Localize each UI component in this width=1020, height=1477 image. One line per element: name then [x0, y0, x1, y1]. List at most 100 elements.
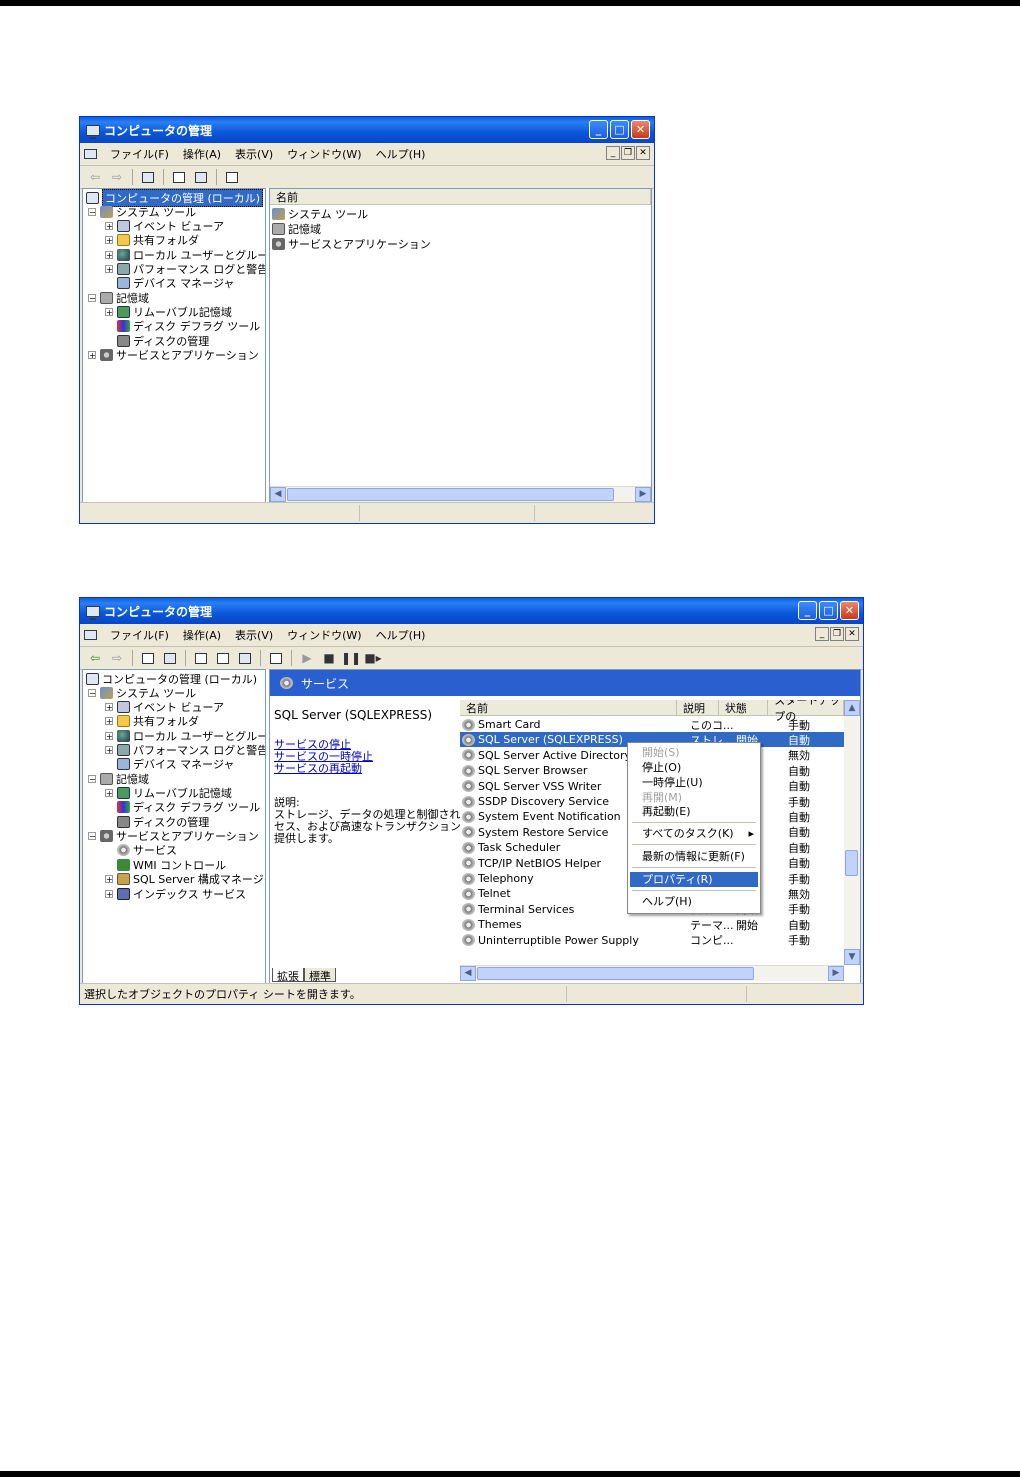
- tree-item-event-viewer[interactable]: + イベント ビューア: [105, 700, 224, 714]
- menu-item-refresh[interactable]: 最新の情報に更新(F): [630, 849, 758, 864]
- export-list-icon[interactable]: [236, 650, 254, 666]
- expand-icon[interactable]: +: [105, 732, 113, 741]
- back-arrow-icon[interactable]: ⇦: [86, 169, 104, 185]
- expand-icon[interactable]: +: [105, 236, 113, 245]
- mdi-close-button[interactable]: ✕: [636, 146, 650, 160]
- expand-icon[interactable]: +: [105, 265, 113, 274]
- expand-icon[interactable]: +: [105, 875, 113, 884]
- tree-item-services-apps[interactable]: − サービスとアプリケーション: [88, 829, 259, 843]
- tree-item-perf-logs[interactable]: + パフォーマンス ログと警告: [105, 262, 265, 276]
- tree-item-device-manager[interactable]: デバイス マネージャ: [117, 757, 234, 771]
- tree-item-disk-defrag[interactable]: ディスク デフラグ ツール: [117, 319, 260, 333]
- up-level-icon[interactable]: [139, 650, 157, 666]
- tree-item-local-users[interactable]: + ローカル ユーザーとグループ: [105, 729, 265, 743]
- expand-icon[interactable]: +: [88, 351, 96, 360]
- forward-arrow-icon[interactable]: ⇨: [108, 650, 126, 666]
- menu-action[interactable]: 操作(A): [176, 146, 228, 162]
- expand-icon[interactable]: +: [105, 890, 113, 899]
- horizontal-scrollbar[interactable]: ◀ ▶: [460, 965, 844, 981]
- title-bar[interactable]: コンピュータの管理 _ □ ✕: [80, 117, 654, 143]
- stop-service-icon[interactable]: ■: [320, 650, 338, 666]
- menu-item-help[interactable]: ヘルプ(H): [630, 894, 758, 909]
- menu-file[interactable]: ファイル(F): [103, 627, 176, 643]
- column-header-name[interactable]: 名前: [270, 189, 651, 204]
- mdi-close-button[interactable]: ✕: [845, 627, 859, 641]
- expand-icon[interactable]: +: [105, 746, 113, 755]
- expand-icon[interactable]: +: [105, 717, 113, 726]
- maximize-button[interactable]: □: [819, 601, 838, 620]
- tree-item-disk-management[interactable]: ディスクの管理: [117, 815, 209, 829]
- computer-icon[interactable]: [84, 149, 97, 159]
- tree-item-services-apps[interactable]: + サービスとアプリケーション: [88, 348, 259, 362]
- menu-view[interactable]: 表示(V): [228, 627, 280, 643]
- collapse-icon[interactable]: −: [88, 294, 96, 303]
- tree-item-perf-logs[interactable]: + パフォーマンス ログと警告: [105, 743, 265, 757]
- expand-icon[interactable]: +: [105, 222, 113, 231]
- collapse-icon[interactable]: −: [88, 689, 96, 698]
- tree-item-shared-folders[interactable]: + 共有フォルダ: [105, 233, 199, 247]
- tree-item-event-viewer[interactable]: + イベント ビューア: [105, 219, 224, 233]
- scroll-down-icon[interactable]: ▼: [844, 949, 860, 965]
- scroll-left-icon[interactable]: ◀: [460, 966, 476, 981]
- close-button[interactable]: ✕: [840, 601, 859, 620]
- menu-help[interactable]: ヘルプ(H): [369, 627, 433, 643]
- tree-item-storage[interactable]: − 記憶域: [88, 291, 149, 305]
- menu-item-start[interactable]: 開始(S): [630, 745, 758, 760]
- menu-item-stop[interactable]: 停止(O): [630, 760, 758, 775]
- scroll-right-icon[interactable]: ▶: [635, 487, 651, 502]
- service-row[interactable]: Uninterruptible Power Supply コンピ... 手動: [460, 933, 844, 948]
- service-row[interactable]: Smart Card このコ... 手動: [460, 717, 844, 732]
- list-item-services-apps[interactable]: サービスとアプリケーション: [272, 237, 431, 251]
- tree-item-storage[interactable]: − 記憶域: [88, 772, 149, 786]
- collapse-icon[interactable]: −: [88, 775, 96, 784]
- vertical-scrollbar[interactable]: ▲ ▼: [844, 700, 860, 965]
- refresh-icon[interactable]: [214, 650, 232, 666]
- tree-item-indexing[interactable]: + インデックス サービス: [105, 887, 246, 901]
- menu-window[interactable]: ウィンドウ(W): [280, 146, 368, 162]
- scroll-thumb[interactable]: [477, 967, 754, 980]
- scroll-right-icon[interactable]: ▶: [828, 966, 844, 981]
- expand-icon[interactable]: +: [105, 308, 113, 317]
- column-header-startup[interactable]: スタートアップの: [768, 700, 844, 723]
- tree-item-wmi-control[interactable]: WMI コントロール: [117, 858, 226, 872]
- column-header-status[interactable]: 状態: [719, 700, 769, 715]
- forward-arrow-icon[interactable]: ⇨: [108, 169, 126, 185]
- menu-item-restart[interactable]: 再起動(E): [630, 804, 758, 819]
- show-hide-tree-icon[interactable]: [161, 650, 179, 666]
- scroll-thumb[interactable]: [287, 488, 614, 501]
- back-arrow-icon[interactable]: ⇦: [86, 650, 104, 666]
- export-list-icon[interactable]: [192, 169, 210, 185]
- pause-service-icon[interactable]: ❚❚: [341, 650, 361, 666]
- expand-icon[interactable]: +: [105, 251, 113, 260]
- properties-icon[interactable]: [192, 650, 210, 666]
- scroll-left-icon[interactable]: ◀: [270, 487, 286, 502]
- collapse-icon[interactable]: −: [88, 832, 96, 841]
- menu-help[interactable]: ヘルプ(H): [369, 146, 433, 162]
- help-icon[interactable]: [223, 169, 241, 185]
- horizontal-scrollbar[interactable]: ◀ ▶: [270, 486, 651, 502]
- expand-icon[interactable]: +: [105, 703, 113, 712]
- list-item-storage[interactable]: 記憶域: [272, 222, 321, 236]
- mdi-restore-button[interactable]: ❐: [830, 627, 844, 641]
- tab-standard[interactable]: 標準: [304, 968, 336, 983]
- minimize-button[interactable]: _: [589, 120, 608, 139]
- menu-item-properties[interactable]: プロパティ(R): [630, 872, 758, 887]
- show-hide-tree-icon[interactable]: [139, 169, 157, 185]
- menu-item-pause[interactable]: 一時停止(U): [630, 775, 758, 790]
- menu-file[interactable]: ファイル(F): [103, 146, 176, 162]
- list-item-system-tools[interactable]: システム ツール: [272, 207, 368, 221]
- tree-item-sql-config[interactable]: + SQL Server 構成マネージャ: [105, 872, 265, 886]
- tree-item-system-tools[interactable]: − システム ツール: [88, 686, 196, 700]
- maximize-button[interactable]: □: [610, 120, 629, 139]
- menu-item-resume[interactable]: 再開(M): [630, 790, 758, 805]
- menu-action[interactable]: 操作(A): [176, 627, 228, 643]
- tab-extended[interactable]: 拡張: [272, 968, 304, 983]
- column-header-description[interactable]: 説明: [677, 700, 719, 715]
- close-button[interactable]: ✕: [631, 120, 650, 139]
- service-row[interactable]: Themes テーマ... 開始 自動: [460, 917, 844, 932]
- minimize-button[interactable]: _: [798, 601, 817, 620]
- help-icon[interactable]: [267, 650, 285, 666]
- menu-window[interactable]: ウィンドウ(W): [280, 627, 368, 643]
- title-bar[interactable]: コンピュータの管理 _ □ ✕: [80, 598, 863, 624]
- scroll-up-icon[interactable]: ▲: [844, 700, 860, 716]
